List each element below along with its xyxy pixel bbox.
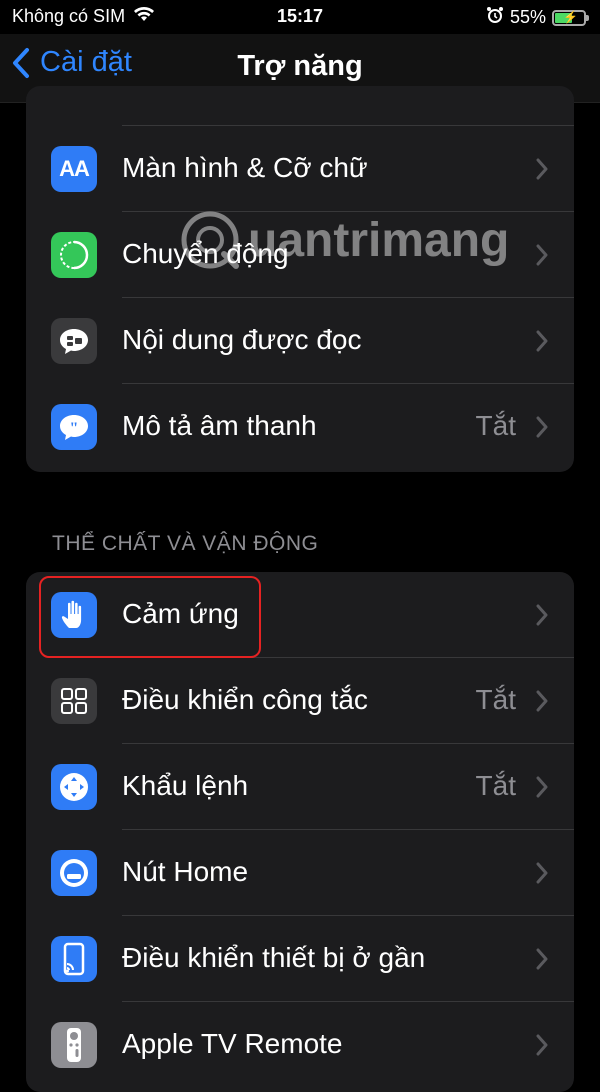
status-bar: Không có SIM 15:17 55% ⚡ bbox=[0, 0, 600, 34]
row-label: Điều khiển thiết bị ở gần bbox=[122, 942, 426, 973]
row-label: Chuyển động bbox=[122, 238, 289, 269]
svg-text:": " bbox=[70, 420, 79, 437]
switch-control-icon bbox=[51, 678, 97, 724]
text-size-icon: AA bbox=[51, 146, 97, 192]
chevron-right-icon bbox=[536, 158, 548, 180]
row-value: Tắt bbox=[475, 410, 516, 441]
row-label: Màn hình & Cỡ chữ bbox=[122, 152, 368, 183]
row-label: Khẩu lệnh bbox=[122, 770, 249, 801]
section-header-physical-motor: THỂ CHẤT VÀ VẬN ĐỘNG bbox=[52, 532, 319, 555]
chevron-right-icon bbox=[536, 244, 548, 266]
vision-settings-group: AA Màn hình & Cỡ chữ Chuyển động Nội dun… bbox=[26, 86, 574, 472]
chevron-right-icon bbox=[536, 604, 548, 626]
row-display-text-size[interactable]: AA Màn hình & Cỡ chữ bbox=[26, 126, 574, 212]
audio-description-icon: " bbox=[51, 404, 97, 450]
nearby-devices-icon bbox=[51, 936, 97, 982]
tv-remote-icon bbox=[51, 1022, 97, 1068]
row-switch-control[interactable]: Điều khiển công tắc Tắt bbox=[26, 658, 574, 744]
row-label: Mô tả âm thanh bbox=[122, 410, 317, 441]
voice-control-icon bbox=[51, 764, 97, 810]
motion-icon bbox=[51, 232, 97, 278]
battery-icon: ⚡ bbox=[552, 9, 589, 26]
row-control-nearby-devices[interactable]: Điều khiển thiết bị ở gần bbox=[26, 916, 574, 1002]
row-audio-descriptions[interactable]: " Mô tả âm thanh Tắt bbox=[26, 384, 574, 470]
row-motion[interactable]: Chuyển động bbox=[26, 212, 574, 298]
alarm-icon bbox=[486, 6, 504, 29]
chevron-right-icon bbox=[536, 1034, 548, 1056]
scrolled-row-partial bbox=[26, 86, 574, 126]
row-value: Tắt bbox=[475, 770, 516, 801]
row-label: Nút Home bbox=[122, 856, 249, 887]
chevron-right-icon bbox=[536, 862, 548, 884]
row-label: Nội dung được đọc bbox=[122, 324, 362, 355]
chevron-right-icon bbox=[536, 776, 548, 798]
row-voice-control[interactable]: Khẩu lệnh Tắt bbox=[26, 744, 574, 830]
row-label: Điều khiển công tắc bbox=[122, 684, 368, 715]
highlight-annotation bbox=[39, 576, 261, 658]
row-value: Tắt bbox=[475, 684, 516, 715]
chevron-right-icon bbox=[536, 416, 548, 438]
home-button-icon bbox=[51, 850, 97, 896]
chevron-right-icon bbox=[536, 330, 548, 352]
chevron-right-icon bbox=[536, 690, 548, 712]
row-home-button[interactable]: Nút Home bbox=[26, 830, 574, 916]
row-apple-tv-remote[interactable]: Apple TV Remote bbox=[26, 1002, 574, 1088]
row-label: Apple TV Remote bbox=[122, 1028, 343, 1059]
battery-percent: 55% bbox=[509, 7, 546, 27]
row-spoken-content[interactable]: Nội dung được đọc bbox=[26, 298, 574, 384]
page-title: Trợ năng bbox=[237, 50, 363, 82]
spoken-content-icon bbox=[51, 318, 97, 364]
chevron-right-icon bbox=[536, 948, 548, 970]
